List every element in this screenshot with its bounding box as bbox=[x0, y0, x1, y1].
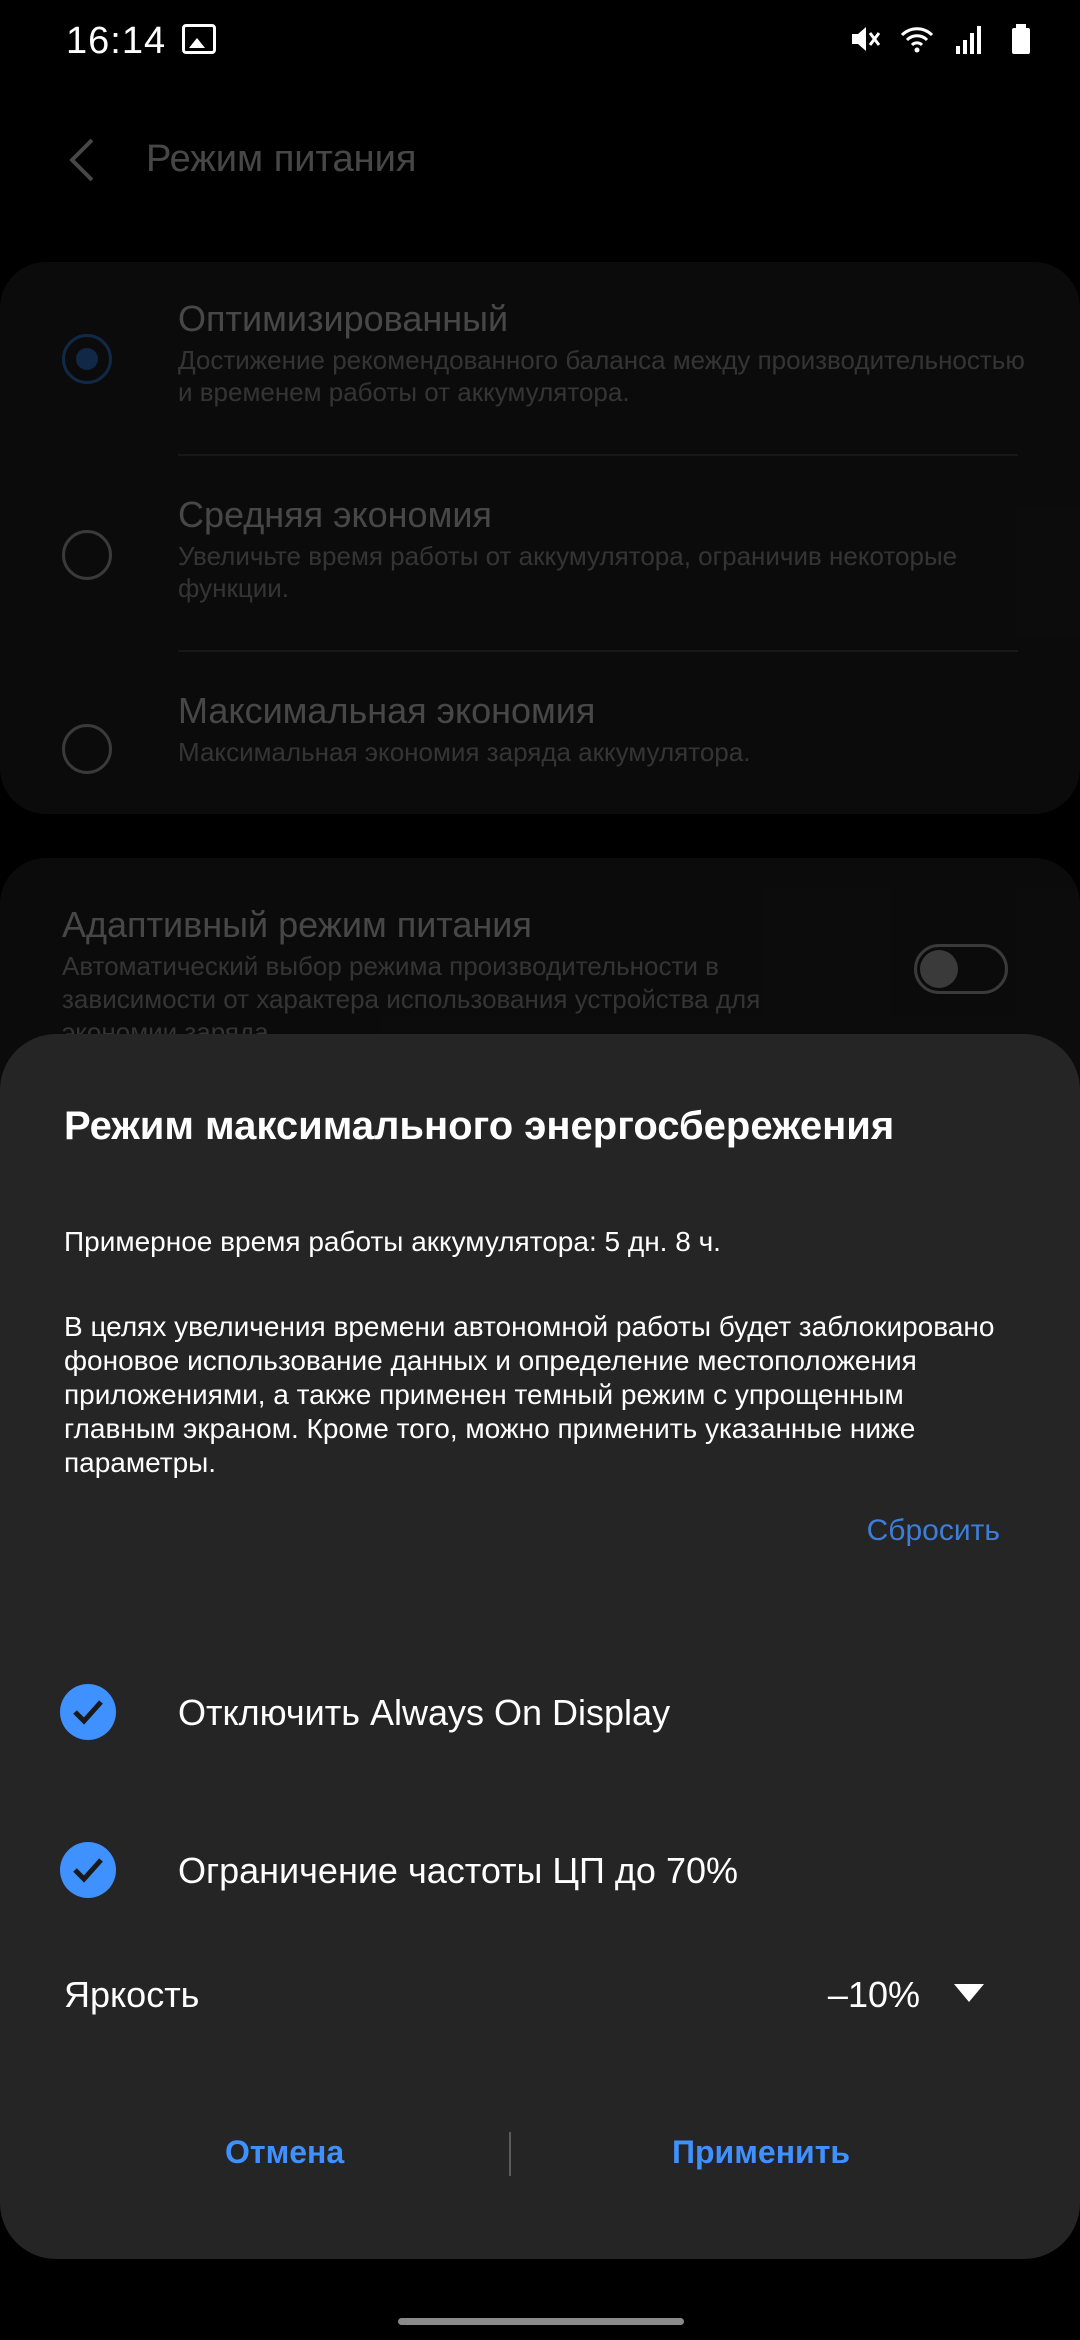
battery-estimate: Примерное время работы аккумулятора: 5 д… bbox=[64, 1226, 721, 1257]
power-mode-description: Максимальная экономия заряда аккумулятор… bbox=[178, 737, 751, 767]
adaptive-toggle[interactable] bbox=[914, 944, 1008, 994]
max-saving-dialog: Режим максимального энергосбережения При… bbox=[0, 1034, 1080, 2259]
page-title: Режим питания bbox=[146, 138, 417, 180]
divider bbox=[178, 650, 1018, 652]
power-mode-title: Средняя экономия bbox=[178, 494, 492, 535]
button-divider bbox=[509, 2132, 511, 2176]
apply-button[interactable]: Применить bbox=[672, 2134, 850, 2171]
cancel-button[interactable]: Отмена bbox=[225, 2134, 344, 2171]
option-label: Отключить Always On Display bbox=[178, 1692, 671, 1733]
brightness-label: Яркость bbox=[64, 1974, 200, 2015]
app-bar: Режим питания bbox=[0, 120, 1080, 200]
radio-selected-icon[interactable] bbox=[62, 334, 112, 384]
brightness-dropdown-value[interactable]: –10% bbox=[828, 1974, 920, 2016]
power-mode-list: Оптимизированный Достижение рекомендован… bbox=[0, 262, 1080, 814]
power-mode-description: Достижение рекомендованного баланса межд… bbox=[178, 345, 1025, 407]
checkbox-checked-icon[interactable] bbox=[60, 1684, 116, 1740]
radio-icon[interactable] bbox=[62, 724, 112, 774]
power-mode-title: Максимальная экономия bbox=[178, 690, 596, 731]
checkbox-checked-icon[interactable] bbox=[60, 1842, 116, 1898]
dropdown-arrow-icon[interactable] bbox=[954, 1984, 984, 2002]
home-indicator[interactable] bbox=[398, 2318, 684, 2325]
power-mode-title: Оптимизированный bbox=[178, 298, 509, 339]
dialog-title: Режим максимального энергосбережения bbox=[64, 1104, 895, 1148]
back-arrow-icon[interactable] bbox=[62, 134, 102, 186]
reset-button[interactable]: Сбросить bbox=[867, 1514, 1000, 1548]
option-aod[interactable]: Отключить Always On Display bbox=[0, 1674, 1080, 1754]
dialog-description: В целях увеличения времени автономной ра… bbox=[64, 1311, 995, 1478]
power-mode-description: Увеличьте время работы от аккумулятора, … bbox=[178, 541, 958, 603]
adaptive-title: Адаптивный режим питания bbox=[62, 904, 532, 945]
divider bbox=[178, 454, 1018, 456]
radio-icon[interactable] bbox=[62, 530, 112, 580]
option-cpu-limit[interactable]: Ограничение частоты ЦП до 70% bbox=[0, 1832, 1080, 1912]
option-label: Ограничение частоты ЦП до 70% bbox=[178, 1850, 739, 1891]
